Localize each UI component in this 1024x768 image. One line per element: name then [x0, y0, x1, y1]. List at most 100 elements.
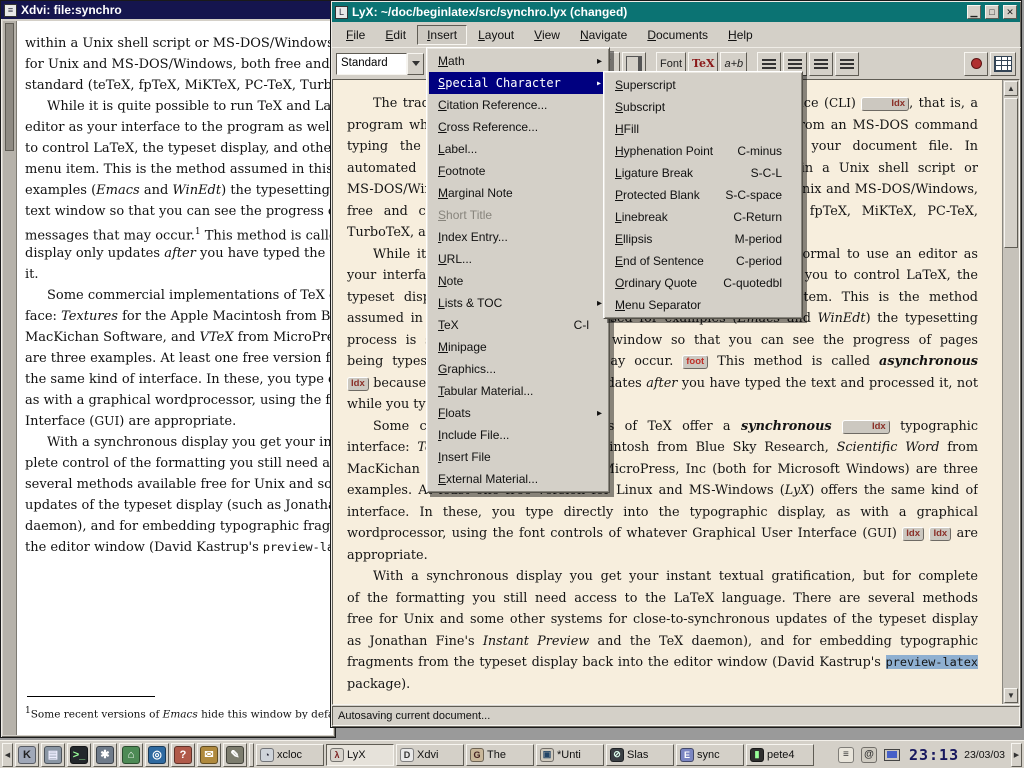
menu-documents[interactable]: Documents	[638, 26, 717, 44]
insert-table-icon[interactable]	[990, 52, 1016, 76]
menu-item-menu-separator[interactable]: Menu Separator	[606, 294, 800, 316]
menu-item-linebreak[interactable]: LinebreakC-Return	[606, 206, 800, 228]
terminal-icon: ▮	[750, 748, 764, 762]
text-run: menu item. This is the method assumed in…	[25, 162, 333, 177]
k-menu-icon[interactable]: K	[15, 743, 39, 767]
konsole-icon[interactable]: >_	[67, 743, 91, 767]
close-button-icon[interactable]: ✕	[1003, 5, 1017, 19]
help-icon[interactable]: ?	[171, 743, 195, 767]
menu-item-external-material[interactable]: External Material...	[429, 468, 607, 490]
task-button-the[interactable]: GThe	[466, 744, 534, 766]
idx-inset[interactable]: Idx	[902, 527, 924, 541]
menu-item-tabular-material[interactable]: Tabular Material...	[429, 380, 607, 402]
shortcut-label: C-Return	[721, 210, 782, 224]
lyx-titlebar[interactable]: L LyX: ~/doc/beginlatex/src/synchro.lyx …	[332, 2, 1020, 22]
selected-text: preview-latex	[886, 655, 978, 669]
combo-dropdown-icon[interactable]	[407, 53, 424, 75]
xdvi-titlebar[interactable]: ≡ Xdvi: file:synchro	[1, 1, 335, 19]
task-button-slas[interactable]: ⊘Slas	[606, 744, 674, 766]
paragraph-style-value: Standard	[336, 53, 407, 75]
menu-item-ellipsis[interactable]: EllipsisM-period	[606, 228, 800, 250]
menu-item-short-title[interactable]: Short Title	[429, 204, 607, 226]
preview-icon[interactable]	[964, 52, 988, 76]
menu-item-ordinary-quote[interactable]: Ordinary QuoteC-quotedbl	[606, 272, 800, 294]
menu-item-ligature-break[interactable]: Ligature BreakS-C-L	[606, 162, 800, 184]
idx-inset[interactable]: Idx	[929, 527, 951, 541]
panel-handle[interactable]	[249, 743, 254, 767]
menu-item-end-of-sentence[interactable]: End of SentenceC-period	[606, 250, 800, 272]
idx-inset[interactable]: Idx	[861, 97, 909, 111]
menu-item-footnote[interactable]: Footnote	[429, 160, 607, 182]
xdvi-vertical-scrollbar[interactable]	[3, 21, 17, 735]
panel-clock[interactable]: 23:13 23/03/03	[905, 746, 1009, 764]
task-button-unti[interactable]: ▣*Unti	[536, 744, 604, 766]
menu-item-graphics[interactable]: Graphics...	[429, 358, 607, 380]
konqueror-icon[interactable]: ◎	[145, 743, 169, 767]
lyx-scrollbar[interactable]: ▲ ▼	[1002, 80, 1019, 704]
panel-hide-right-icon[interactable]: ▶	[1011, 743, 1022, 767]
scroll-up-icon[interactable]: ▲	[1004, 81, 1018, 96]
menu-item-minipage[interactable]: Minipage	[429, 336, 607, 358]
menu-file[interactable]: File	[337, 26, 374, 44]
minimize-button-icon[interactable]: ▁	[967, 5, 981, 19]
korn-icon[interactable]: @	[858, 744, 880, 766]
display-icon[interactable]	[881, 744, 903, 766]
menu-item-include-file[interactable]: Include File...	[429, 424, 607, 446]
idx-inset[interactable]: Idx	[842, 420, 890, 434]
task-button-sync[interactable]: Esync	[676, 744, 744, 766]
control-center-icon: ✱	[96, 746, 114, 764]
task-button-xdvi[interactable]: DXdvi	[396, 744, 464, 766]
text-run: Some commercial implementations of TeX o…	[47, 288, 333, 303]
menu-insert[interactable]: Insert	[417, 25, 467, 45]
editor-icon[interactable]: ✎	[223, 743, 247, 767]
menu-item-floats[interactable]: Floats▸	[429, 402, 607, 424]
menu-item-cross-reference[interactable]: Cross Reference...	[429, 116, 607, 138]
footnote-inset[interactable]: foot	[682, 355, 708, 369]
increase-depth-icon[interactable]	[809, 52, 833, 76]
menu-item-superscript[interactable]: Superscript	[606, 74, 800, 96]
text-run: CLI	[829, 96, 851, 110]
menu-item-subscript[interactable]: Subscript	[606, 96, 800, 118]
menu-item-note[interactable]: Note	[429, 270, 607, 292]
home-icon[interactable]: ⌂	[119, 743, 143, 767]
menu-edit[interactable]: Edit	[376, 26, 415, 44]
menu-item-marginal-note[interactable]: Marginal Note	[429, 182, 607, 204]
menu-item-index-entry[interactable]: Index Entry...	[429, 226, 607, 248]
task-button-xcloc[interactable]: ◔xcloc	[256, 744, 324, 766]
lyx-scrollbar-thumb[interactable]	[1004, 98, 1018, 248]
panel-hide-left-icon[interactable]: ◀	[2, 743, 13, 767]
maximize-button-icon[interactable]: □	[985, 5, 999, 19]
menu-item-math[interactable]: Math▸	[429, 50, 607, 72]
task-button-lyx[interactable]: λLyX	[326, 744, 394, 766]
menu-item-citation-reference[interactable]: Citation Reference...	[429, 94, 607, 116]
menu-navigate[interactable]: Navigate	[571, 26, 636, 44]
text-run: fragments from the typeset display back …	[347, 655, 886, 670]
menu-item-tex[interactable]: TeXC-l	[429, 314, 607, 336]
decrease-depth-icon[interactable]	[835, 52, 859, 76]
xdvi-content: within a Unix shell script or MS-DOS/Win…	[3, 21, 333, 735]
menu-item-lists-toc[interactable]: Lists & TOC▸	[429, 292, 607, 314]
menu-item-label: Marginal Note	[438, 186, 513, 200]
xdvi-scrollbar-thumb[interactable]	[5, 23, 14, 151]
page-line: examples (Emacs and WinEdt) the typesett…	[25, 180, 333, 201]
menu-item-hfill[interactable]: HFill	[606, 118, 800, 140]
task-button-pete4[interactable]: ▮pete4	[746, 744, 814, 766]
paragraph-style-combo[interactable]: Standard	[336, 53, 424, 75]
klipper-icon[interactable]: ≡	[835, 744, 857, 766]
menu-item-special-character[interactable]: Special Character▸	[429, 72, 607, 94]
show-desktop-icon[interactable]: ▤	[41, 743, 65, 767]
menu-layout[interactable]: Layout	[469, 26, 523, 44]
idx-inset[interactable]: Idx	[347, 377, 369, 391]
menu-item-label[interactable]: Label...	[429, 138, 607, 160]
control-center-icon[interactable]: ✱	[93, 743, 117, 767]
menu-item-url[interactable]: URL...	[429, 248, 607, 270]
menu-item-label: Hyphenation Point	[615, 144, 713, 158]
scroll-down-icon[interactable]: ▼	[1004, 688, 1018, 703]
menu-item-insert-file[interactable]: Insert File	[429, 446, 607, 468]
menu-item-protected-blank[interactable]: Protected BlankS-C-space	[606, 184, 800, 206]
menu-item-hyphenation-point[interactable]: Hyphenation PointC-minus	[606, 140, 800, 162]
kmail-icon[interactable]: ✉	[197, 743, 221, 767]
menu-help[interactable]: Help	[719, 26, 762, 44]
menu-view[interactable]: View	[525, 26, 569, 44]
menu-item-label: Minipage	[438, 340, 487, 354]
